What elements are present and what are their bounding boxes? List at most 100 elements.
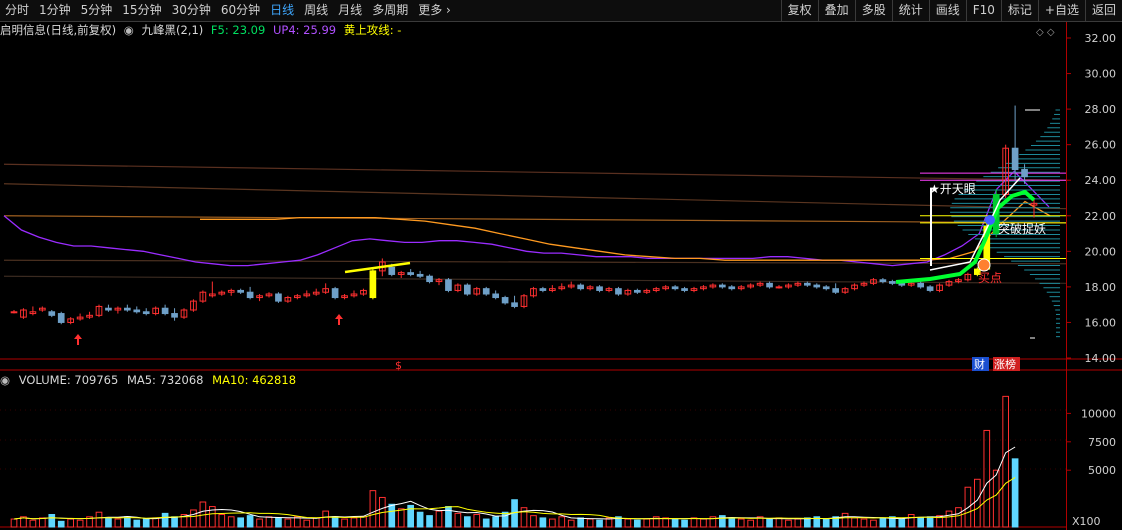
volume-ma10-line [13, 476, 1016, 520]
candle-body-13 [133, 309, 141, 313]
timeframe-tab-8[interactable]: 月线 [333, 0, 367, 21]
tupo-label: 突破捉妖 [998, 221, 1046, 236]
candle-body-35 [341, 295, 348, 299]
candle-body-72 [690, 288, 698, 291]
candle-body-38 [369, 270, 377, 299]
candle-body-71 [681, 288, 688, 291]
candle-body-104 [992, 193, 1000, 235]
vol-tick-label-0: 10000 [1081, 407, 1116, 420]
indicator-name[interactable]: 九峰黑(2,1) [142, 23, 204, 37]
candle-body-45 [435, 279, 443, 283]
volume-bar-93 [889, 516, 896, 528]
toolbar-button-6[interactable]: 标记 [1000, 0, 1038, 21]
timeframe-tab-9[interactable]: 多周期 [367, 0, 413, 21]
indicator-settings-icon[interactable]: ◉ [124, 23, 134, 37]
candle-body-85 [813, 284, 821, 288]
toolbar-button-3[interactable]: 统计 [891, 0, 929, 21]
toolbar-button-1[interactable]: 叠加 [817, 0, 855, 21]
stock-name[interactable]: 启明信息(日线,前复权) [0, 23, 116, 37]
candle-body-88 [841, 288, 849, 293]
volume-bar-73 [700, 518, 707, 528]
price-tick-label-0: 32.00 [1085, 32, 1117, 45]
timeframe-tab-2[interactable]: 5分钟 [76, 0, 118, 21]
volume-bar-75 [719, 515, 726, 528]
volume-bar-102 [974, 478, 981, 528]
volume-bar-72 [690, 517, 698, 528]
volume-bar-81 [775, 517, 783, 528]
chart-scroll-icons[interactable]: ◇ ◇ [1036, 27, 1055, 38]
candle-body-84 [804, 282, 811, 286]
purple-line [3, 170, 1050, 267]
cai-badge[interactable]: 财 [974, 357, 985, 371]
volume-bar-63 [605, 517, 613, 528]
toolbar-button-2[interactable]: 多股 [854, 0, 892, 21]
timeframe-tab-10[interactable]: 更多 › [413, 0, 456, 21]
buy-point-icon [977, 258, 991, 272]
volume-bar-41 [397, 508, 405, 528]
candle-body-50 [482, 288, 490, 295]
volume-bar-45 [435, 510, 443, 528]
timeframe-tab-3[interactable]: 15分钟 [117, 0, 166, 21]
volume-bar-21 [209, 506, 216, 528]
price-tick-label-9: 14.00 [1085, 352, 1117, 365]
candle-body-80 [766, 282, 773, 288]
candle-body-20 [199, 291, 207, 302]
volume-bar-59 [567, 519, 575, 528]
timeframe-tab-4[interactable]: 30分钟 [167, 0, 216, 21]
candle-body-41 [397, 272, 405, 275]
price-tick-label-4: 24.00 [1085, 174, 1117, 187]
timeframe-tab-1[interactable]: 1分钟 [34, 0, 76, 21]
volume-bar-39 [379, 496, 386, 528]
candle-body-92 [879, 279, 887, 283]
volume-bar-28 [275, 517, 282, 528]
volume-bar-43 [416, 511, 424, 528]
timeframe-tab-0[interactable]: 分时 [0, 0, 34, 21]
candle-body-87 [832, 288, 839, 293]
price-tick-label-2: 28.00 [1085, 103, 1117, 116]
toolbar-button-8[interactable]: 返回 [1084, 0, 1122, 21]
candle-body-17 [171, 313, 178, 318]
price-tick-label-6: 20.00 [1085, 245, 1117, 258]
volume-bar-106 [1011, 458, 1019, 528]
toolbar-button-5[interactable]: F10 [965, 0, 1001, 21]
volume-bar-104 [992, 469, 1000, 528]
timeframe-tab-7[interactable]: 周线 [299, 0, 333, 21]
timeframe-tabs: 分时 1分钟 5分钟 15分钟 30分钟 60分钟 日线 周线 月线 多周期 更多 › [0, 0, 456, 21]
price-tick-label-1: 30.00 [1085, 68, 1117, 81]
candle-body-7 [76, 316, 84, 320]
candle-body-86 [822, 286, 830, 290]
volume-bar-36 [350, 517, 358, 528]
volume-bar-100 [955, 507, 962, 528]
candle-body-54 [520, 295, 528, 307]
candle-body-28 [275, 293, 282, 302]
timeframe-tab-6[interactable]: 日线 [265, 0, 299, 21]
candle-body-16 [161, 307, 169, 315]
volume-bar-101 [964, 486, 972, 528]
candle-body-4 [48, 311, 56, 316]
candle-body-33 [322, 288, 330, 293]
candle-body-90 [860, 282, 868, 286]
candle-body-49 [473, 288, 481, 295]
f5-value: F5: 23.09 [210, 23, 266, 37]
candle-body-27 [265, 293, 273, 297]
candle-body-102 [974, 268, 981, 275]
candle-body-14 [142, 311, 150, 315]
kline-chart[interactable]: 32.00 30.00 28.00 26.00 24.00 22.00 20.00 18.00… [0, 0, 1122, 530]
toolbar-button-4[interactable]: 画线 [928, 0, 966, 21]
price-tick-label-7: 18.00 [1085, 281, 1117, 294]
volume-bar-3 [39, 517, 46, 528]
volume-bar-10 [105, 517, 112, 528]
toolbar-button-7[interactable]: +自选 [1037, 0, 1085, 21]
volume-settings-icon[interactable]: ◉ [0, 373, 10, 387]
zhangbang-badge[interactable]: 涨榜 [994, 357, 1016, 371]
volume-bar-19 [190, 509, 197, 528]
candle-body-15 [152, 307, 159, 315]
timeframe-tab-5[interactable]: 60分钟 [216, 0, 265, 21]
candle-body-89 [851, 284, 858, 290]
volume-bar-79 [756, 516, 764, 528]
volume-bar-78 [747, 519, 754, 528]
buy-arrow-1 [335, 314, 343, 325]
candle-body-25 [246, 291, 254, 299]
toolbar-button-0[interactable]: 复权 [780, 0, 818, 21]
volume-bar-49 [473, 514, 481, 528]
